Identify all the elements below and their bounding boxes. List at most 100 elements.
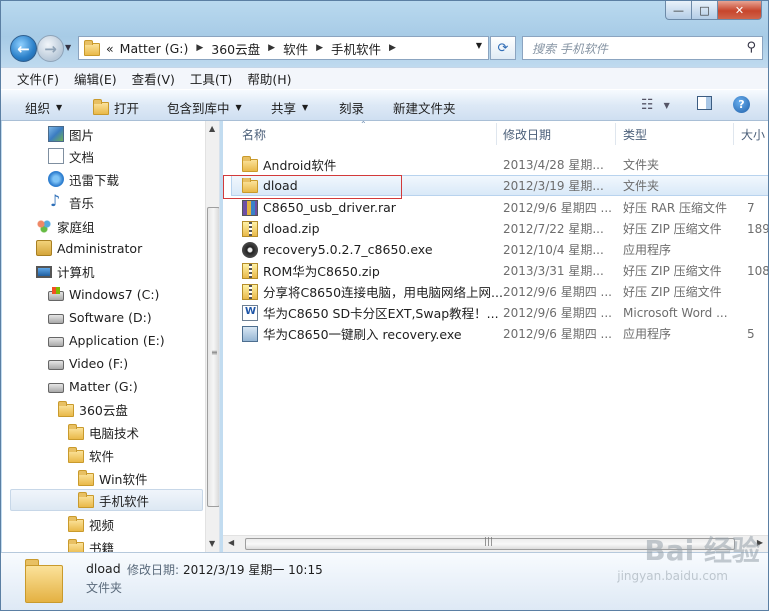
new-folder-button[interactable]: 新建文件夹 — [393, 98, 456, 117]
refresh-button[interactable]: ⟳ — [490, 36, 516, 60]
file-row[interactable]: Android软件 2013/4/28 星期... 文件夹 — [235, 154, 768, 175]
tree-item-phone-software[interactable]: 手机软件 — [10, 489, 203, 511]
tree-label: 迅雷下载 — [69, 172, 120, 188]
search-placeholder: 搜索 手机软件 — [532, 41, 608, 56]
file-date: 2013/3/31 星期... — [503, 264, 604, 278]
grip-icon: ≡ — [211, 348, 218, 357]
tree-item-pc-tech[interactable]: 电脑技术 — [68, 421, 139, 443]
tree-item-drive-g[interactable]: Matter (G:) — [48, 375, 138, 397]
breadcrumb-overflow[interactable]: « — [106, 41, 114, 56]
navigation-scrollbar[interactable]: ▲ ≡ ▼ — [205, 121, 219, 552]
help-button[interactable]: ? — [733, 96, 750, 113]
details-name: dload — [86, 561, 121, 576]
file-date: 2012/3/19 星期... — [503, 179, 604, 193]
navigation-row: ← → ▼ « Matter (G:) ▶ 360云盘 ▶ 软件 ▶ 手机软件 … — [1, 29, 768, 65]
breadcrumb-separator-icon[interactable]: ▶ — [268, 43, 275, 53]
organize-button[interactable]: 组织 ▼ — [25, 98, 62, 117]
menu-file[interactable]: 文件(F) — [17, 69, 59, 88]
breadcrumb-item[interactable]: Matter (G:) — [120, 41, 189, 56]
tree-item-360yunpan[interactable]: 360云盘 — [58, 398, 128, 420]
breadcrumb-item[interactable]: 手机软件 — [331, 39, 381, 58]
breadcrumb-item[interactable]: 软件 — [283, 39, 308, 58]
tree-item-win-software[interactable]: Win软件 — [78, 467, 147, 489]
file-type: 好压 ZIP 压缩文件 — [623, 285, 722, 299]
share-button[interactable]: 共享 ▼ — [271, 98, 308, 117]
search-icon[interactable]: ⚲ — [746, 40, 756, 55]
column-header-name[interactable]: 名称 — [242, 121, 266, 147]
file-date: 2012/9/6 星期四 ... — [503, 201, 612, 215]
folder-icon — [68, 423, 84, 440]
change-view-button[interactable]: ☷ ▼ — [641, 97, 670, 113]
tree-item-video[interactable]: 视频 — [68, 513, 114, 535]
navigation-pane[interactable]: 图片 文档 迅雷下载 音乐 家庭组 Administrator 计算机 Wind… — [2, 121, 220, 552]
tree-item-homegroup[interactable]: 家庭组 — [36, 215, 95, 237]
tree-label: Win软件 — [99, 471, 148, 487]
column-header-size[interactable]: 大小 — [741, 121, 765, 147]
address-bar[interactable]: « Matter (G:) ▶ 360云盘 ▶ 软件 ▶ 手机软件 ▶ ▼ — [78, 36, 489, 60]
column-divider[interactable] — [496, 123, 497, 145]
details-modified-label: 修改日期: — [127, 563, 180, 577]
back-button[interactable]: ← — [10, 35, 37, 62]
folder-icon — [78, 491, 94, 508]
folder-icon — [78, 469, 94, 486]
burn-button[interactable]: 刻录 — [339, 98, 364, 117]
scroll-up-icon[interactable]: ▲ — [209, 124, 215, 133]
tree-item-music[interactable]: 音乐 — [48, 191, 94, 213]
tree-label: Software (D:) — [69, 309, 152, 325]
tree-item-computer[interactable]: 计算机 — [36, 260, 95, 282]
tree-item-books[interactable]: 书籍 — [68, 536, 114, 552]
breadcrumb-separator-icon[interactable]: ▶ — [196, 43, 203, 53]
menu-view[interactable]: 查看(V) — [132, 69, 175, 88]
tree-item-software[interactable]: 软件 — [68, 444, 114, 466]
caption-buttons: — □ ✕ — [665, 1, 762, 20]
file-row[interactable]: 华为C8650 SD卡分区EXT,Swap教程！... 2012/9/6 星期四… — [235, 302, 768, 323]
tree-item-pictures[interactable]: 图片 — [48, 123, 94, 145]
file-row[interactable]: dload.zip 2012/7/22 星期... 好压 ZIP 压缩文件 18… — [235, 218, 768, 239]
minimize-button[interactable]: — — [665, 1, 692, 20]
tree-item-drive-f[interactable]: Video (F:) — [48, 352, 128, 374]
search-input[interactable]: 搜索 手机软件 ⚲ — [522, 36, 763, 60]
close-button[interactable]: ✕ — [718, 1, 762, 20]
maximize-button[interactable]: □ — [692, 1, 718, 20]
file-row[interactable]: 华为C8650一键刷入 recovery.exe 2012/9/6 星期四 ..… — [235, 323, 768, 344]
breadcrumb-separator-icon[interactable]: ▶ — [316, 43, 323, 53]
open-button[interactable]: 打开 — [93, 98, 139, 117]
large-folder-icon — [25, 559, 65, 603]
file-date: 2012/9/6 星期四 ... — [503, 327, 612, 341]
scroll-down-icon[interactable]: ▼ — [209, 539, 215, 548]
include-in-library-button[interactable]: 包含到库中 ▼ — [167, 98, 242, 117]
forward-button[interactable]: → — [37, 35, 64, 62]
column-header-date[interactable]: 修改日期 — [503, 121, 551, 147]
homegroup-icon — [36, 218, 52, 234]
file-name: ROM华为C8650.zip — [263, 264, 380, 279]
scroll-left-icon[interactable]: ◀ — [228, 538, 234, 547]
file-row[interactable]: recovery5.0.2.7_c8650.exe 2012/10/4 星期..… — [235, 239, 768, 260]
breadcrumb-item[interactable]: 360云盘 — [211, 39, 260, 58]
file-row[interactable]: ROM华为C8650.zip 2013/3/31 星期... 好压 ZIP 压缩… — [235, 260, 768, 281]
column-header-type[interactable]: 类型 — [623, 121, 647, 147]
tree-item-drive-d[interactable]: Software (D:) — [48, 306, 152, 328]
menu-tools[interactable]: 工具(T) — [190, 69, 232, 88]
file-type: 好压 ZIP 压缩文件 — [623, 264, 722, 278]
tree-label: 计算机 — [57, 264, 95, 280]
tree-item-thunder-download[interactable]: 迅雷下载 — [48, 168, 119, 190]
tree-item-administrator[interactable]: Administrator — [36, 237, 142, 259]
tree-item-documents[interactable]: 文档 — [48, 145, 94, 167]
tree-label: Windows7 (C:) — [69, 286, 160, 302]
scrollbar-thumb[interactable]: ≡ — [207, 207, 219, 507]
column-divider[interactable] — [615, 123, 616, 145]
menu-help[interactable]: 帮助(H) — [247, 69, 291, 88]
address-history-dropdown-icon[interactable]: ▼ — [476, 41, 482, 50]
recent-pages-dropdown[interactable]: ▼ — [65, 43, 71, 52]
column-divider[interactable] — [733, 123, 734, 145]
folder-icon — [68, 446, 84, 463]
user-folder-icon — [36, 240, 52, 256]
tree-item-drive-e[interactable]: Application (E:) — [48, 329, 165, 351]
menu-edit[interactable]: 编辑(E) — [74, 69, 117, 88]
breadcrumb-separator-icon[interactable]: ▶ — [389, 43, 396, 53]
preview-pane-button[interactable] — [697, 96, 712, 110]
file-row[interactable]: C8650_usb_driver.rar 2012/9/6 星期四 ... 好压… — [235, 197, 768, 218]
file-row[interactable]: 分享将C8650连接电脑，用电脑网络上网... 2012/9/6 星期四 ...… — [235, 281, 768, 302]
tree-item-drive-c[interactable]: Windows7 (C:) — [48, 283, 159, 305]
file-type: 应用程序 — [623, 327, 672, 341]
